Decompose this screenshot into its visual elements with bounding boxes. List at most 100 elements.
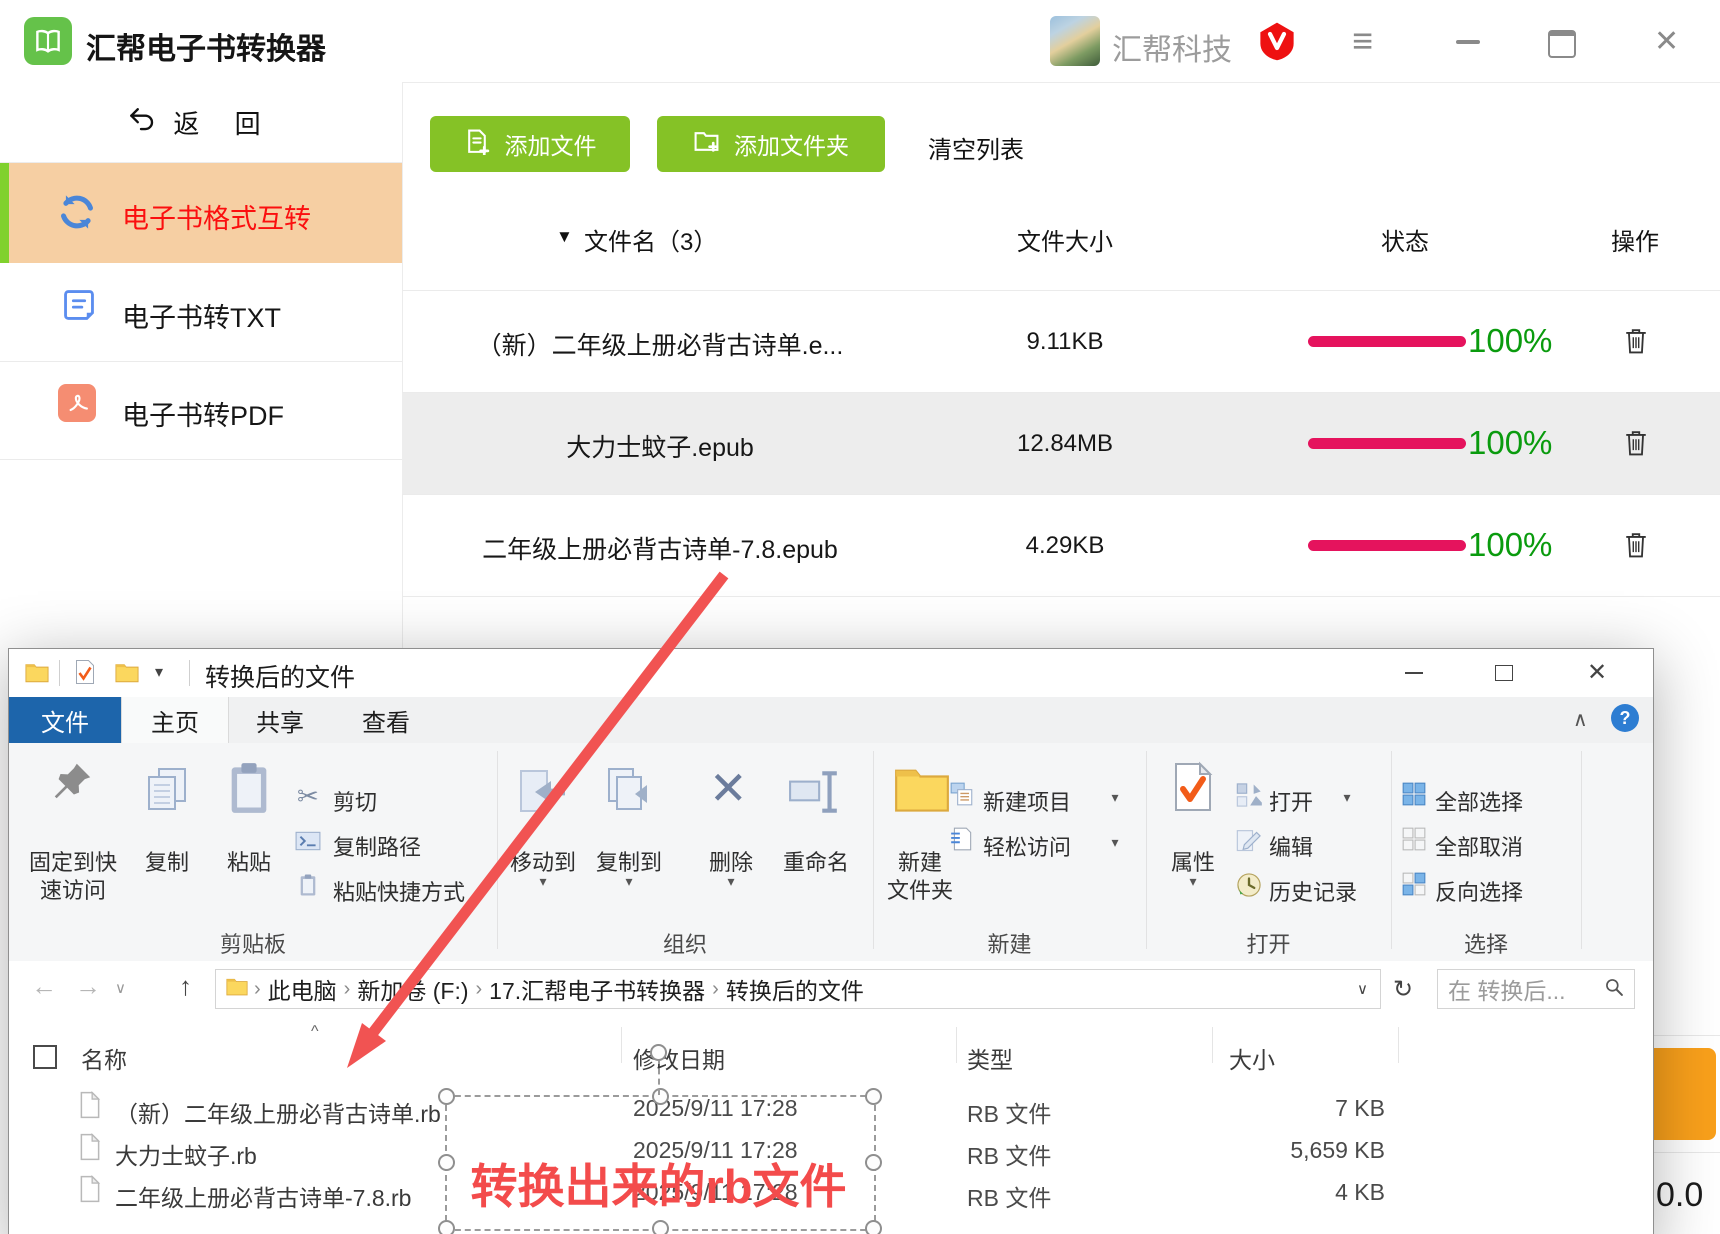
properties-qat-icon[interactable]: [73, 659, 97, 690]
sidebar-item-label[interactable]: 电子书格式互转: [122, 197, 311, 236]
copy-icon[interactable]: [143, 763, 191, 820]
paste-shortcut-icon[interactable]: [297, 873, 319, 902]
column-divider[interactable]: [621, 1027, 622, 1063]
add-file-button[interactable]: 添加文件: [430, 116, 630, 172]
selection-handle[interactable]: [438, 1220, 455, 1234]
user-avatar[interactable]: [1050, 16, 1100, 66]
dropdown-icon[interactable]: ▾: [723, 873, 739, 890]
column-header-filename[interactable]: 文件名（3）: [584, 222, 717, 257]
address-dropdown-icon[interactable]: ∨: [1357, 980, 1368, 998]
new-item-icon[interactable]: [949, 781, 975, 812]
qat-dropdown-icon[interactable]: ▾: [155, 662, 163, 682]
dropdown-icon[interactable]: ▾: [1107, 834, 1123, 851]
rename-icon[interactable]: [788, 769, 842, 820]
tab-file[interactable]: 文件: [9, 697, 121, 743]
add-folder-button[interactable]: 添加文件夹: [657, 116, 885, 172]
easy-access-icon[interactable]: [949, 826, 975, 857]
column-header-name[interactable]: 名称: [81, 1041, 127, 1075]
close-button[interactable]: ✕: [1654, 24, 1679, 59]
annotation-text[interactable]: 转换出来的rb文件: [445, 1148, 872, 1217]
dropdown-icon[interactable]: ▾: [1107, 789, 1123, 806]
minimize-button[interactable]: [1456, 40, 1480, 44]
move-to-icon[interactable]: [517, 765, 569, 822]
vip-badge-icon[interactable]: [1256, 20, 1298, 67]
selection-handle[interactable]: [865, 1088, 882, 1105]
history-button[interactable]: 历史记录: [1269, 875, 1357, 907]
clear-list-button[interactable]: 清空列表: [928, 130, 1024, 165]
new-folder-icon[interactable]: [894, 765, 950, 818]
select-all-button[interactable]: 全部选择: [1435, 785, 1523, 817]
dropdown-icon[interactable]: ▾: [1339, 789, 1355, 806]
sidebar-item-label[interactable]: 电子书转PDF: [122, 394, 284, 433]
open-button[interactable]: 打开: [1269, 785, 1313, 817]
column-header-date[interactable]: 修改日期: [633, 1041, 725, 1075]
column-divider[interactable]: [1398, 1027, 1399, 1063]
select-none-button[interactable]: 全部取消: [1435, 830, 1523, 862]
select-none-icon[interactable]: [1401, 826, 1427, 857]
select-all-icon[interactable]: [1401, 781, 1427, 812]
edit-button[interactable]: 编辑: [1269, 830, 1313, 862]
close-button[interactable]: ✕: [1587, 658, 1607, 687]
delete-icon[interactable]: ✕: [709, 761, 748, 815]
selection-handle[interactable]: [438, 1088, 455, 1105]
address-bar[interactable]: › 此电脑 › 新加卷 (F:) › 17.汇帮电子书转换器 › 转换后的文件 …: [215, 969, 1381, 1009]
help-icon[interactable]: ?: [1611, 704, 1639, 732]
paste-icon[interactable]: [223, 759, 275, 822]
cut-icon[interactable]: ✂: [297, 781, 319, 812]
tab-share[interactable]: 共享: [227, 697, 333, 743]
selection-handle[interactable]: [652, 1088, 669, 1105]
rename-button[interactable]: 重命名: [768, 845, 864, 877]
nav-recent-icon[interactable]: ∨: [115, 979, 126, 997]
selection-handle[interactable]: [652, 1220, 669, 1234]
select-all-checkbox[interactable]: [33, 1045, 57, 1069]
new-item-button[interactable]: 新建项目: [983, 785, 1071, 817]
paste-shortcut-button[interactable]: 粘贴快捷方式: [333, 875, 465, 907]
properties-icon[interactable]: [1169, 759, 1217, 820]
copy-button[interactable]: 复制: [127, 845, 207, 877]
tab-home[interactable]: 主页: [121, 697, 229, 743]
dropdown-icon[interactable]: ▾: [1185, 873, 1201, 890]
sidebar-item-label[interactable]: 电子书转TXT: [122, 296, 281, 335]
maximize-button[interactable]: [1495, 665, 1513, 681]
cut-button[interactable]: 剪切: [333, 785, 377, 817]
pin-icon[interactable]: [49, 759, 95, 810]
refresh-icon[interactable]: ↻: [1393, 975, 1413, 1004]
search-box[interactable]: 在 转换后...: [1437, 969, 1635, 1009]
column-divider[interactable]: [956, 1027, 957, 1063]
sort-descending-icon[interactable]: ▼: [556, 227, 573, 247]
nav-back-icon[interactable]: ←: [31, 971, 57, 1002]
open-icon[interactable]: [1235, 781, 1263, 814]
pin-to-quick-access-label2[interactable]: 速访问: [15, 873, 131, 905]
edit-icon[interactable]: [1235, 826, 1263, 859]
selection-handle[interactable]: [865, 1220, 882, 1234]
history-icon[interactable]: [1235, 871, 1263, 904]
breadcrumb-app-folder[interactable]: 17.汇帮电子书转换器: [482, 972, 712, 1006]
folder-qat-icon[interactable]: [115, 662, 139, 688]
dropdown-icon[interactable]: ▾: [535, 873, 551, 890]
invert-selection-button[interactable]: 反向选择: [1435, 875, 1523, 907]
copy-to-icon[interactable]: [603, 765, 655, 822]
collapse-ribbon-icon[interactable]: ∧: [1573, 707, 1588, 732]
rotation-handle[interactable]: [650, 1044, 667, 1061]
menu-icon[interactable]: ≡: [1352, 20, 1373, 62]
copy-path-icon[interactable]: [295, 831, 321, 856]
breadcrumb-this-pc[interactable]: 此电脑: [261, 972, 344, 1006]
paste-button[interactable]: 粘贴: [207, 845, 291, 877]
column-header-size[interactable]: 大小: [1229, 1041, 1275, 1075]
breadcrumb-converted-folder[interactable]: 转换后的文件: [719, 972, 871, 1006]
maximize-button[interactable]: [1548, 30, 1576, 58]
easy-access-button[interactable]: 轻松访问: [983, 830, 1071, 862]
back-button[interactable]: 返 回: [0, 82, 402, 163]
delete-file-button[interactable]: [1623, 530, 1649, 564]
copy-path-button[interactable]: 复制路径: [333, 830, 421, 862]
minimize-button[interactable]: [1405, 672, 1423, 674]
column-divider[interactable]: [1212, 1027, 1213, 1063]
delete-file-button[interactable]: [1623, 326, 1649, 360]
nav-up-icon[interactable]: ↑: [179, 971, 192, 1002]
dropdown-icon[interactable]: ▾: [621, 873, 637, 890]
column-header-type[interactable]: 类型: [967, 1041, 1013, 1075]
new-folder-label2[interactable]: 文件夹: [876, 873, 964, 905]
invert-selection-icon[interactable]: [1401, 871, 1427, 902]
breadcrumb-volume[interactable]: 新加卷 (F:): [350, 972, 475, 1006]
tab-view[interactable]: 查看: [333, 697, 439, 743]
